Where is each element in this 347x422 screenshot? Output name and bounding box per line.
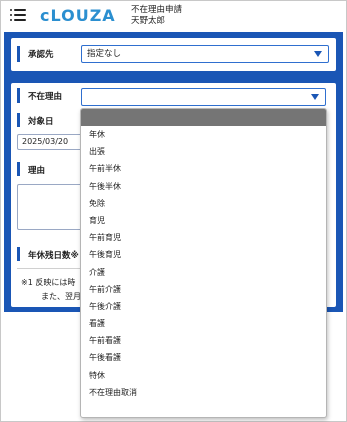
approver-card: 承認先 指定なし <box>11 38 336 71</box>
target-date-value: 2025/03/20 <box>22 137 69 146</box>
target-date-label: 対象日 <box>28 117 54 127</box>
dropdown-option[interactable]: 年休 <box>81 126 326 143</box>
page-title: 不在理由申請 <box>131 5 183 15</box>
dropdown-option[interactable]: 不在理由取消 <box>81 384 326 401</box>
header-info: 不在理由申請 天野太郎 <box>131 5 182 27</box>
dropdown-option[interactable]: 午前半休 <box>81 160 326 177</box>
label-marker <box>17 46 20 62</box>
dropdown-option[interactable]: 午後育児 <box>81 246 326 263</box>
dropdown-option[interactable]: 午後介護 <box>81 298 326 315</box>
dropdown-option[interactable]: 育児 <box>81 212 326 229</box>
label-marker <box>17 162 20 176</box>
target-date-input[interactable]: 2025/03/20 <box>17 134 87 150</box>
user-name: 天野太郎 <box>131 16 166 26</box>
dropdown-option-blank[interactable] <box>81 109 326 126</box>
absence-reason-select[interactable] <box>81 88 326 106</box>
app-header: cLOUZA 不在理由申請 天野太郎 <box>1 1 346 32</box>
annual-leave-label: 年休残日数※ <box>28 251 79 261</box>
note-line-2: また、翌月 <box>41 292 81 301</box>
label-marker <box>17 113 20 127</box>
dropdown-option[interactable]: 出張 <box>81 143 326 160</box>
dropdown-option[interactable]: 免除 <box>81 195 326 212</box>
approver-select[interactable]: 指定なし <box>81 45 329 63</box>
reason-label: 理由 <box>28 166 46 176</box>
approver-selected: 指定なし <box>87 49 122 59</box>
clouza-logo[interactable]: cLOUZA <box>40 6 116 26</box>
divider <box>17 268 87 269</box>
absence-reason-dropdown: 年休 出張 午前半休 午後半休 免除 育児 午前育児 午後育児 介護 午前介護 午後介護 看護 午前看護… <box>80 108 327 418</box>
absence-reason-label: 不在理由 <box>28 92 63 102</box>
menu-icon[interactable] <box>10 8 26 22</box>
dropdown-option[interactable]: 午前介護 <box>81 281 326 298</box>
dropdown-option[interactable]: 特休 <box>81 367 326 384</box>
dropdown-options: 年休 出張 午前半休 午後半休 免除 育児 午前育児 午後育児 介護 午前介護 午後介護 看護 午前看護… <box>81 126 326 401</box>
label-marker <box>17 247 20 261</box>
dropdown-option[interactable]: 午後看護 <box>81 349 326 366</box>
chevron-down-icon <box>311 94 319 100</box>
approver-label: 承認先 <box>28 50 54 60</box>
chevron-down-icon <box>314 51 322 57</box>
app-frame: cLOUZA 不在理由申請 天野太郎 承認先 指定なし 不在理由 対象日 202… <box>0 0 347 422</box>
dropdown-option[interactable]: 午後半休 <box>81 178 326 195</box>
dropdown-option[interactable]: 看護 <box>81 315 326 332</box>
dropdown-option[interactable]: 午前育児 <box>81 229 326 246</box>
dropdown-option[interactable]: 介護 <box>81 264 326 281</box>
dropdown-option[interactable]: 午前看護 <box>81 332 326 349</box>
label-marker <box>17 88 20 103</box>
note-line-1: ※1 反映には時 <box>21 278 76 287</box>
